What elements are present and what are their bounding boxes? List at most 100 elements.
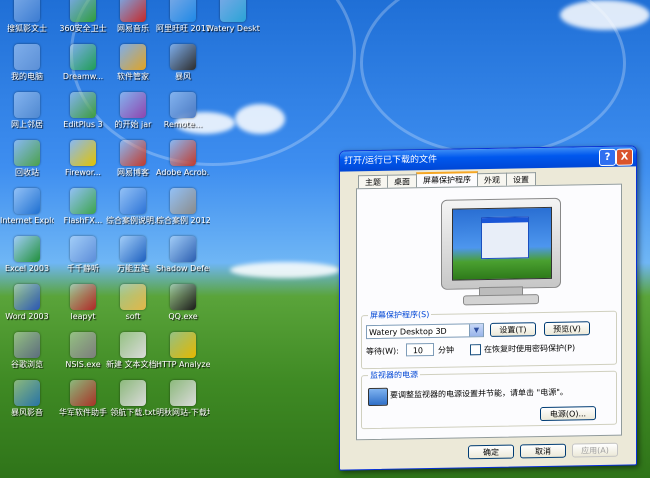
app-icon <box>120 140 146 166</box>
app-icon <box>120 92 146 118</box>
screensaver-panel: 屏幕保护程序(S) Watery Desktop 3D ▼ 设置(T) 预览(V… <box>356 183 622 441</box>
app-icon <box>170 284 196 310</box>
desktop-icon[interactable]: Firewor... <box>56 140 110 177</box>
desktop-icon[interactable]: 明秋网站-下载地... <box>156 380 210 417</box>
monitor-screen <box>452 206 552 281</box>
desktop-icon[interactable]: 搜狐影文士 <box>0 0 54 33</box>
close-button[interactable]: X <box>616 148 633 166</box>
desktop-icon[interactable]: 新建 文本文档.txt <box>106 332 160 369</box>
desktop-icon-label: 360安全卫士 <box>59 24 107 33</box>
desktop-icon-label: 网上邻居 <box>11 120 43 129</box>
desktop-icon[interactable]: 华军软件助手 <box>56 380 110 417</box>
desktop-icon[interactable]: QQ.exe <box>156 284 210 321</box>
energy-star-icon <box>368 387 388 407</box>
desktop-icon-label: Internet Explorer <box>0 216 54 225</box>
app-icon <box>70 284 96 310</box>
app-icon <box>70 380 96 406</box>
app-icon <box>14 140 40 166</box>
dialog-title: 打开/运行已下载的文件 <box>344 154 438 167</box>
dialog-titlebar[interactable]: 打开/运行已下载的文件 ? X <box>340 146 636 172</box>
desktop-icon[interactable]: 网上邻居 <box>0 92 54 129</box>
desktop-icon-label: 软件管家 <box>117 72 149 81</box>
power-button[interactable]: 电源(O)... <box>540 406 596 422</box>
app-icon <box>170 44 196 70</box>
apply-button[interactable]: 应用(A) <box>572 442 618 458</box>
help-button[interactable]: ? <box>599 148 616 167</box>
desktop-icon[interactable]: EditPlus 3 <box>56 92 110 129</box>
desktop-icon[interactable]: 综合案例 2012.emp <box>156 188 210 225</box>
desktop-icon[interactable]: 360安全卫士 <box>56 0 110 33</box>
cancel-button[interactable]: 取消 <box>520 443 566 459</box>
app-icon <box>70 44 96 70</box>
desktop-icon[interactable]: 的开始 jar <box>106 92 160 129</box>
desktop-icon[interactable]: 软件管家 <box>106 44 160 81</box>
screensaver-select-value: Watery Desktop 3D <box>369 326 447 338</box>
desktop-icon-label: Adobe Acrob... <box>156 168 210 177</box>
desktop-icon-label: Shadow Defender <box>156 264 210 273</box>
desktop-icon[interactable]: 网易音乐 <box>106 0 160 33</box>
desktop-icon[interactable]: 万能五笔 <box>106 236 160 273</box>
desktop-icon[interactable]: 回收站 <box>0 140 54 177</box>
desktop-icon-label: 网易音乐 <box>117 24 149 33</box>
app-icon <box>120 188 146 214</box>
desktop-icon[interactable]: HTTP Analyzer <box>156 332 210 369</box>
app-icon <box>170 380 196 406</box>
screensaver-select[interactable]: Watery Desktop 3D ▼ <box>366 323 484 340</box>
desktop-icon[interactable]: leapyt <box>56 284 110 321</box>
desktop-icon[interactable]: 综合案例说明.html <box>106 188 160 225</box>
desktop-icon[interactable]: Internet Explorer <box>0 188 54 225</box>
desktop-icon[interactable]: 谷歌浏览 <box>0 332 54 369</box>
app-icon <box>70 92 96 118</box>
desktop-icon-label: 新建 文本文档.txt <box>106 360 160 369</box>
monitor-bezel <box>441 197 561 290</box>
app-icon <box>170 140 196 166</box>
desktop-icon[interactable]: 网易博客 <box>106 140 160 177</box>
app-icon <box>70 236 96 262</box>
desktop-icon[interactable]: Shadow Defender <box>156 236 210 273</box>
monitor-base <box>463 294 539 306</box>
power-group: 监视器的电源 要调整监视器的电源设置并节能，请单击 "电源"。 电源(O)... <box>361 369 617 430</box>
desktop-icon-label: Excel 2003 <box>4 264 50 273</box>
desktop-icon[interactable]: soft <box>106 284 160 321</box>
desktop-icon[interactable]: NSIS.exe <box>56 332 110 369</box>
desktop-icon-label: 综合案例说明.html <box>106 216 160 225</box>
app-icon <box>170 332 196 358</box>
power-group-title: 监视器的电源 <box>368 369 420 382</box>
desktop-icon[interactable]: Remote... <box>156 92 210 129</box>
desktop-icon[interactable]: 暴风影音 <box>0 380 54 417</box>
desktop-icon[interactable]: 领航下载.txt <box>106 380 160 417</box>
desktop-icon[interactable]: Excel 2003 <box>0 236 54 273</box>
desktop-icon-label: 的开始 jar <box>114 120 152 129</box>
desktop-icon-label: 领航下载.txt <box>110 408 156 417</box>
desktop-icon[interactable]: 阿里旺旺 2011 <box>156 0 210 33</box>
desktop-icon[interactable]: Word 2003 <box>0 284 54 321</box>
chevron-down-icon[interactable]: ▼ <box>469 324 483 337</box>
desktop-icon-label: leapyt <box>70 312 96 321</box>
desktop-icon-label: Word 2003 <box>5 312 49 321</box>
desktop-icon-label: 搜狐影文士 <box>7 24 47 33</box>
wait-minutes-stepper[interactable]: 10 <box>406 342 434 357</box>
desktop-icon-label: 网易博客 <box>117 168 149 177</box>
app-icon <box>14 188 40 214</box>
app-icon <box>70 332 96 358</box>
settings-button[interactable]: 设置(T) <box>490 322 536 337</box>
preview-button[interactable]: 预览(V) <box>544 321 590 337</box>
desktop-icon-label: 明秋网站-下载地... <box>156 408 210 417</box>
desktop-icon[interactable]: Watery Desktop 3D <box>206 0 260 33</box>
desktop-icon[interactable]: 暴风 <box>156 44 210 81</box>
password-checkbox[interactable] <box>470 344 481 356</box>
desktop-icon-label: 华军软件助手 <box>59 408 107 417</box>
desktop-icon[interactable]: Adobe Acrob... <box>156 140 210 177</box>
app-icon <box>170 236 196 262</box>
desktop-icon[interactable]: FlashFX... <box>56 188 110 225</box>
desktop-icon[interactable]: Dreamw... <box>56 44 110 81</box>
desktop-icon[interactable]: 我的电脑 <box>0 44 54 81</box>
password-label: 在恢复时使用密码保护(P) <box>484 343 576 355</box>
desktop-icon[interactable]: 千千静听 <box>56 236 110 273</box>
screensaver-group: 屏幕保护程序(S) Watery Desktop 3D ▼ 设置(T) 预览(V… <box>361 308 617 370</box>
ok-button[interactable]: 确定 <box>468 444 514 460</box>
desktop-icon-label: 回收站 <box>15 168 39 177</box>
desktop-icon-label: 暴风 <box>175 72 191 81</box>
app-icon <box>14 284 40 310</box>
app-icon <box>120 380 146 406</box>
